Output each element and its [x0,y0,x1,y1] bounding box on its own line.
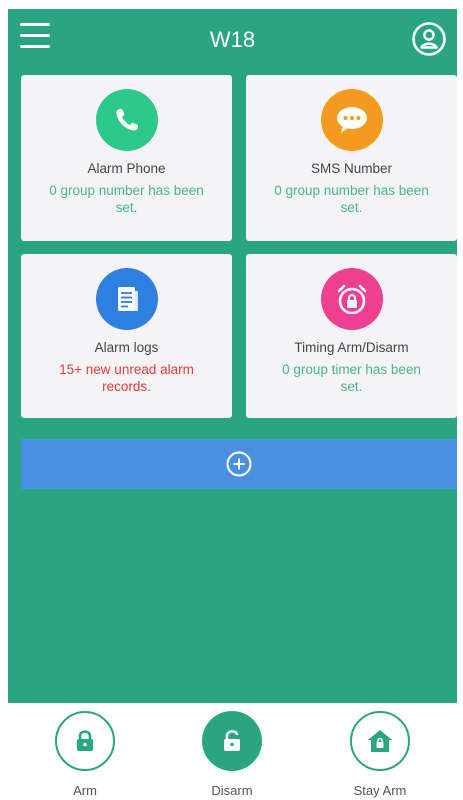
alarm-clock-lock-icon [320,268,383,330]
home-lock-icon [350,711,410,771]
phone-icon [95,89,158,151]
timing-arm-disarm-card[interactable]: Timing Arm/Disarm 0 group timer has been… [246,254,457,418]
alarm-phone-status: 0 group number has been set. [49,183,204,215]
user-profile-icon[interactable] [411,21,447,57]
stay-arm-label: Stay Arm [353,783,407,798]
plus-circle-icon [226,451,252,477]
add-device-button[interactable] [21,439,457,489]
page-title: W18 [209,27,256,52]
sms-number-card[interactable]: SMS Number 0 group number has been set. [246,75,457,241]
alarm-logs-card[interactable]: Alarm logs 15+ new unread alarm records. [21,254,232,418]
sms-number-status: 0 group number has been set. [274,183,429,215]
arm-button[interactable]: Arm [40,711,130,798]
alarm-phone-title: Alarm Phone [87,161,166,176]
app-screen: W18 Alarm Phone 0 group number has been … [8,9,457,800]
lock-closed-icon [55,711,115,771]
message-bubble-icon [320,89,383,151]
header-bar: W18 [8,9,457,71]
sms-number-title: SMS Number [310,161,393,176]
timing-title: Timing Arm/Disarm [294,340,409,355]
alarm-phone-card[interactable]: Alarm Phone 0 group number has been set. [21,75,232,241]
alarm-logs-title: Alarm logs [94,340,159,355]
stay-arm-button[interactable]: Stay Arm [335,711,425,798]
bottom-action-bar: Arm Disarm Stay Arm [0,703,463,800]
disarm-button[interactable]: Disarm [187,711,277,798]
document-log-icon [95,268,158,330]
disarm-label: Disarm [211,783,253,798]
timing-status: 0 group timer has been set. [282,362,421,394]
alarm-logs-status: 15+ new unread alarm records. [59,362,194,394]
lock-open-icon [202,711,262,771]
arm-label: Arm [73,783,97,798]
